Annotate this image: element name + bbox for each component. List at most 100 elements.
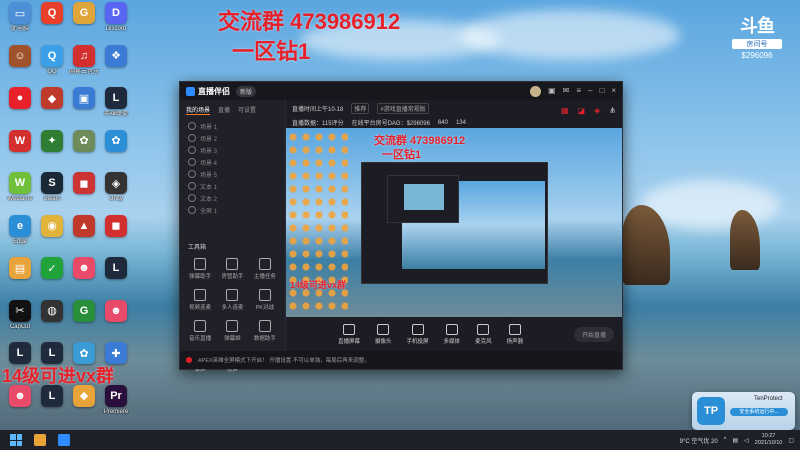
eye-icon[interactable]	[188, 194, 196, 202]
tab-live[interactable]: 直播	[218, 105, 230, 115]
desktop-icon[interactable]: ✓	[34, 257, 70, 281]
desktop-icon[interactable]: W	[2, 129, 38, 154]
desktop-icon[interactable]: ◼	[98, 214, 134, 239]
scene-item[interactable]: 全屏 1	[184, 204, 281, 216]
desktop-icon[interactable]: L	[34, 384, 70, 409]
volume-icon[interactable]: ◁	[744, 437, 749, 444]
desktop-icon[interactable]: S Steam	[34, 172, 70, 203]
notification-icon[interactable]: ▢	[788, 437, 794, 444]
scene-item[interactable]: 场景 4	[184, 156, 281, 168]
desktop-icon[interactable]: ▤	[2, 257, 38, 281]
desktop-icon[interactable]: D Discord	[98, 2, 134, 33]
desktop-icon[interactable]: ✿	[98, 129, 134, 154]
tool-item[interactable]: 房管助手	[216, 258, 248, 280]
tool-item[interactable]: 多人连麦	[216, 289, 248, 311]
scene-item[interactable]: 场景 5	[184, 168, 281, 180]
desktop-icon[interactable]: ◉	[34, 214, 70, 239]
source-label: 麦克风	[475, 338, 492, 345]
tool-item[interactable]: 音乐直播	[184, 320, 216, 342]
stream-preview[interactable]: 交流群 473986912 一区钻1 14级可进vx群	[286, 128, 622, 317]
desktop-icon[interactable]: ♫ 网易云音乐	[66, 44, 102, 76]
clock[interactable]: 10:27 2021/10/10	[755, 433, 783, 447]
eye-icon[interactable]	[188, 122, 196, 130]
windows-start-icon[interactable]	[10, 434, 22, 446]
menu-icon[interactable]: ≡	[576, 85, 581, 97]
minimize-icon[interactable]: –	[588, 85, 592, 97]
tenprotect-popup[interactable]: TP TenProtect 安全系统运行中...	[692, 392, 795, 430]
desktop-icon[interactable]: Q	[34, 2, 70, 26]
tool-item[interactable]: 主播任务	[249, 258, 281, 280]
tool-item[interactable]: PK对战	[249, 289, 281, 311]
eye-icon[interactable]	[188, 146, 196, 154]
desktop-icon[interactable]: ◍	[34, 299, 70, 324]
desktop-icon[interactable]: ✦	[34, 129, 70, 154]
source-button[interactable]: 扬声器	[506, 323, 524, 345]
start-live-button[interactable]: 开始直播	[573, 327, 614, 342]
avatar[interactable]	[530, 85, 542, 97]
tool-label: 房管助手	[221, 274, 244, 280]
source-button[interactable]: 手机投屏	[407, 323, 429, 345]
desktop-icon[interactable]: e Edge	[2, 214, 38, 246]
desktop-icon[interactable]: ▭ 此电脑	[2, 2, 38, 33]
close-icon[interactable]: ×	[611, 85, 616, 97]
source-button[interactable]: 摄像头	[375, 323, 392, 345]
chevron-up-icon[interactable]: ^	[724, 437, 727, 443]
desktop-icon[interactable]: ❖	[98, 44, 134, 69]
desktop-icon[interactable]: ◆	[34, 87, 70, 111]
desktop-icon[interactable]: ☺	[2, 44, 38, 69]
desktop-icon[interactable]: ✿	[66, 129, 102, 154]
desktop-icon[interactable]: ✂ CapCut	[2, 299, 38, 331]
scene-item[interactable]: 场景 1	[184, 120, 281, 132]
eye-icon[interactable]	[188, 206, 196, 214]
file-explorer-icon[interactable]	[34, 434, 46, 446]
desktop-icon[interactable]: ●	[2, 87, 38, 111]
tab-settings[interactable]: 可设置	[238, 105, 256, 115]
source-button[interactable]: 多媒体	[444, 323, 460, 345]
desktop-icon[interactable]: ▲	[66, 214, 102, 239]
source-label: 扬声器	[506, 338, 524, 345]
tab-my-scenes[interactable]: 我的场景	[186, 105, 211, 115]
gift-icon[interactable]: ▣	[548, 85, 556, 97]
desktop-icon[interactable]: G	[66, 299, 102, 324]
desktop-icon[interactable]: ☻	[2, 384, 38, 409]
maximize-icon[interactable]: □	[599, 85, 604, 97]
desktop-icon[interactable]: ☻	[98, 299, 134, 324]
desktop-app-icon: ◈	[105, 172, 127, 194]
tool-item[interactable]: 弹幕姬	[216, 320, 248, 342]
tool-item[interactable]: 视频连麦	[184, 289, 216, 311]
eye-icon[interactable]	[188, 134, 196, 142]
mail-icon[interactable]: ✉	[563, 85, 570, 97]
desktop-icon[interactable]: ◈ Unity	[98, 172, 134, 203]
eye-icon[interactable]	[188, 170, 196, 178]
room-category[interactable]: #游戏直播常规版	[377, 103, 429, 114]
network-icon[interactable]: ▤	[733, 437, 739, 444]
desktop-icon[interactable]: Pr Premiere	[98, 384, 134, 416]
shield-icon[interactable]: ◈	[594, 106, 600, 115]
scene-item[interactable]: 场景 3	[184, 144, 281, 156]
live-companion-taskbar-icon[interactable]	[58, 434, 70, 446]
bag-icon[interactable]: ◪	[578, 106, 586, 115]
desktop-icon[interactable]: ▣	[66, 87, 102, 111]
record-icon[interactable]: ▦	[561, 106, 569, 115]
scene-item[interactable]: 场景 2	[184, 132, 281, 144]
desktop-icon[interactable]: G	[66, 2, 102, 26]
room-tag[interactable]: 推荐	[351, 103, 370, 114]
desktop-icon[interactable]: ◆	[66, 384, 102, 409]
weather-text[interactable]: 9°C 空气优 20	[680, 436, 718, 445]
scene-item[interactable]: 文本 1	[184, 180, 281, 192]
scene-item[interactable]: 文本 2	[184, 192, 281, 204]
source-button[interactable]: 麦克风	[475, 323, 492, 345]
version-pill[interactable]: 新版	[236, 85, 257, 97]
source-button[interactable]: 直播屏幕	[338, 323, 360, 345]
desktop-icon[interactable]: ◼	[66, 172, 102, 196]
desktop-icon[interactable]: ☻	[66, 257, 102, 281]
room-title[interactable]: 直播时间上午10-18	[292, 104, 343, 113]
tool-item[interactable]: 弹幕助手	[184, 258, 216, 280]
eye-icon[interactable]	[188, 182, 196, 190]
tool-label: 主播任务	[253, 274, 276, 280]
eye-icon[interactable]	[188, 158, 196, 166]
share-icon[interactable]: ⋔	[609, 106, 616, 115]
desktop-icon[interactable]: L 英雄联盟	[98, 87, 134, 118]
desktop-icon[interactable]: L	[98, 257, 134, 281]
tool-item[interactable]: 数据助手	[249, 320, 281, 342]
